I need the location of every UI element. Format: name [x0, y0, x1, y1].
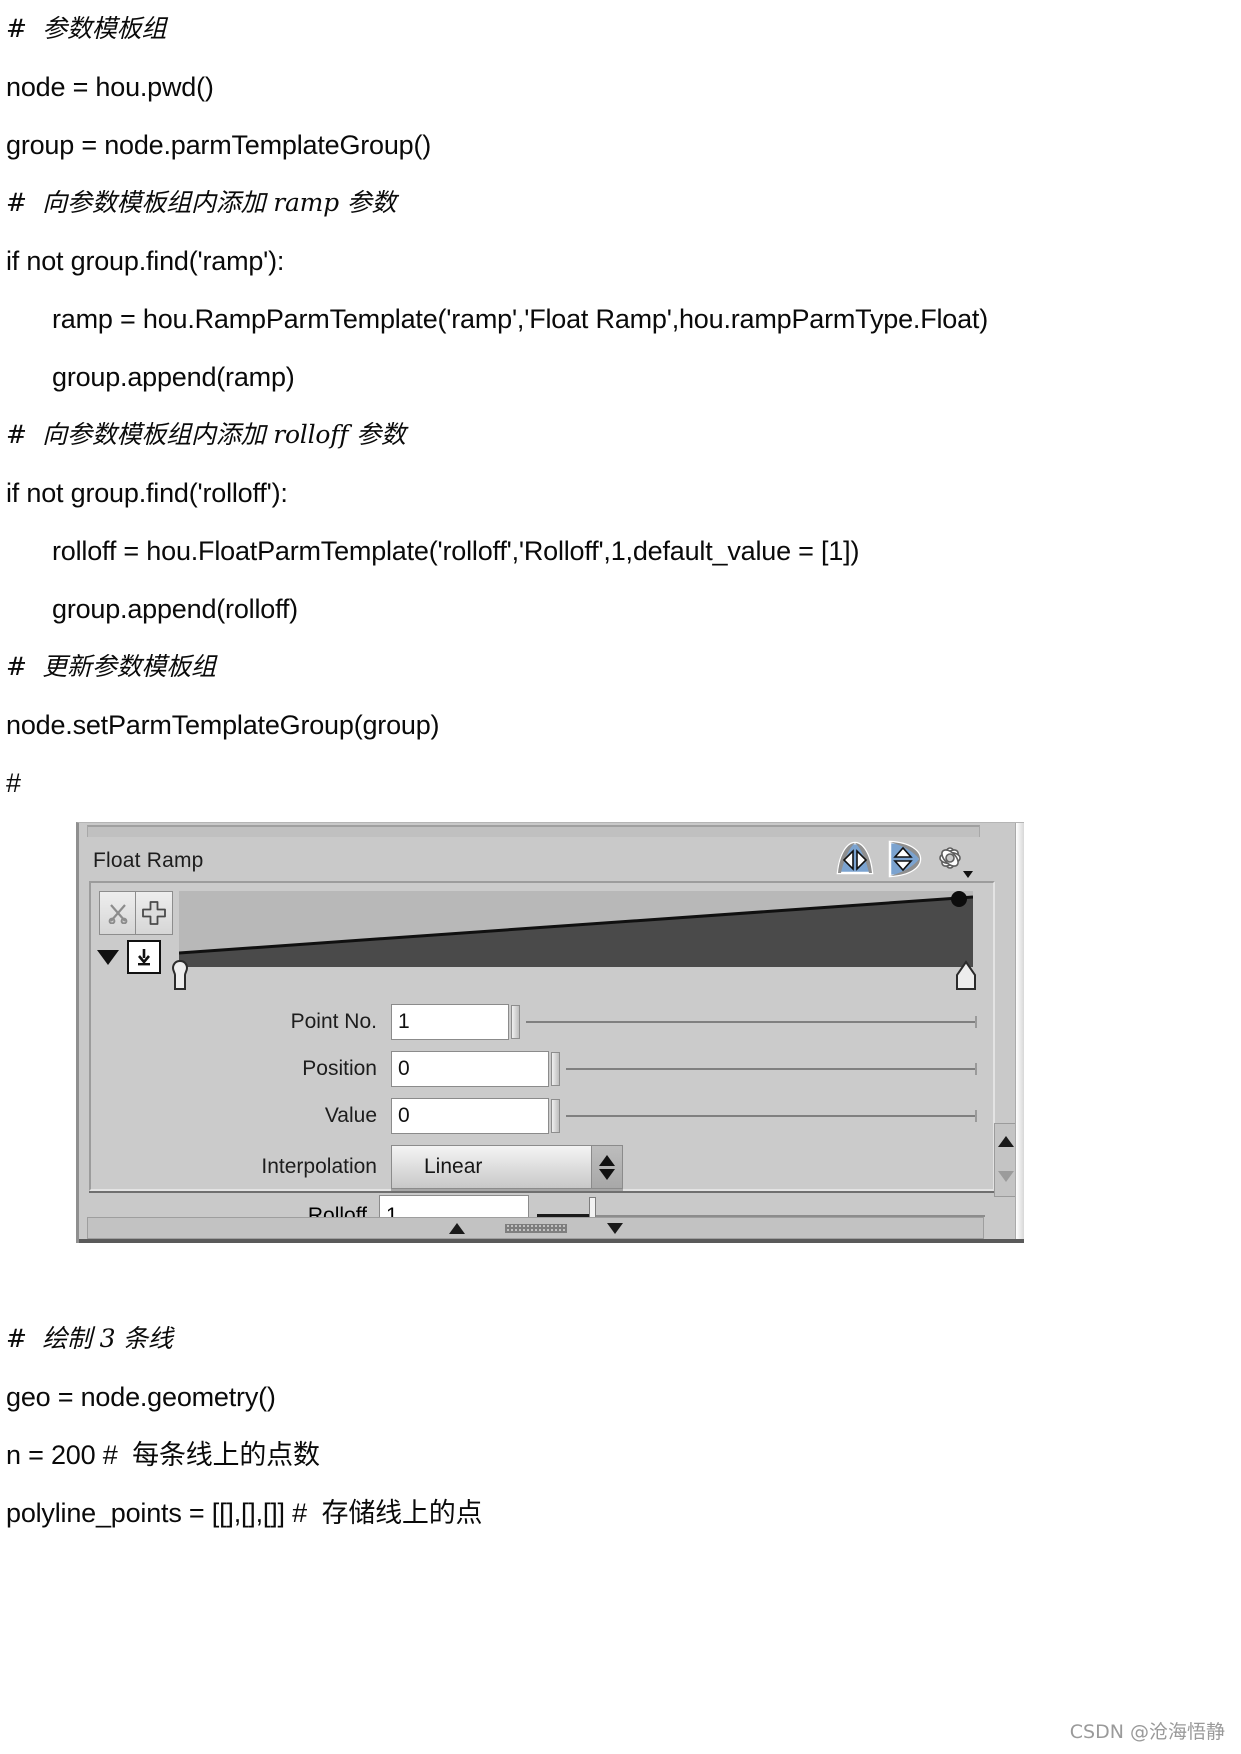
code-line: group.append(ramp)	[52, 362, 295, 392]
ramp-parameter-rows: Point No. 1 Position 0 Value 0 Interpola…	[91, 1001, 993, 1192]
ramp-editor-body: Point No. 1 Position 0 Value 0 Interpola…	[89, 881, 995, 1191]
delete-point-button[interactable]	[99, 891, 136, 935]
position-slider[interactable]	[566, 1052, 977, 1086]
panel-bottom-shadow	[79, 1239, 1024, 1243]
bottom-scroll-down-icon[interactable]	[606, 1222, 623, 1234]
code-line: node.setParmTemplateGroup(group)	[6, 710, 440, 740]
plus-icon	[142, 901, 166, 925]
code-line: # 向参数模板组内添加 ramp 参数	[6, 188, 397, 217]
scroll-up-arrow-icon[interactable]	[995, 1124, 1017, 1159]
panel-title: Float Ramp	[93, 849, 204, 872]
point-no-input[interactable]: 1	[391, 1004, 509, 1040]
param-label-value: Value	[324, 1104, 377, 1127]
gear-menu-icon[interactable]	[930, 839, 973, 879]
code-line: group = node.parmTemplateGroup()	[6, 130, 432, 160]
code-line: polyline_points = [[],[],[]] # 存储线上的点	[6, 1498, 483, 1528]
position-input[interactable]: 0	[391, 1051, 549, 1087]
code-line: n = 200 # 每条线上的点数	[6, 1440, 320, 1470]
download-arrow-icon	[138, 949, 150, 966]
panel-bottom-strip	[87, 1217, 984, 1239]
code-line: if not group.find('rolloff'):	[6, 478, 288, 508]
param-row-position: Position 0	[91, 1048, 993, 1090]
ramp-handle-point-2[interactable]	[953, 959, 977, 990]
code-block-bottom: # 绘制 3 条线 geo = node.geometry() n = 200 # …	[0, 1310, 1241, 1542]
ramp-point-tools	[99, 891, 173, 935]
interpolation-value: Linear	[424, 1155, 483, 1178]
value-slider[interactable]	[566, 1099, 977, 1133]
add-point-button[interactable]	[136, 891, 173, 935]
code-line: # 向参数模板组内添加 rolloff 参数	[6, 420, 406, 449]
point-no-grip[interactable]	[511, 1005, 520, 1039]
param-label-interpolation: Interpolation	[261, 1155, 377, 1178]
ramp-view-tools	[97, 940, 161, 974]
flip-vertical-icon[interactable]	[882, 839, 924, 879]
code-line: # 绘制 3 条线	[6, 1324, 173, 1353]
param-row-point-no: Point No. 1	[91, 1001, 993, 1043]
code-block-top: # 参数模板组 node = hou.pwd() group = node.parm…	[0, 0, 1241, 812]
ramp-handle-point-1[interactable]	[167, 959, 191, 990]
code-line: # 参数模板组	[6, 14, 167, 43]
ramp-handles-row	[171, 959, 976, 997]
param-label-position: Position	[302, 1057, 377, 1080]
code-line: if not group.find('ramp'):	[6, 246, 285, 276]
param-row-interpolation: Interpolation Linear	[91, 1142, 993, 1192]
code-line: ramp = hou.RampParmTemplate('ramp','Floa…	[52, 304, 989, 334]
float-ramp-panel: Float Ramp Point No. 1 Position 0 Value …	[76, 822, 1024, 1243]
ramp-curve-graph[interactable]	[179, 891, 973, 967]
panel-top-strip	[87, 825, 1017, 837]
chevron-up-icon	[599, 1154, 615, 1166]
code-line: # 更新参数模板组	[6, 652, 216, 681]
insert-key-button[interactable]	[127, 940, 161, 974]
watermark: CSDN @沧海悟静	[1069, 1721, 1225, 1743]
code-line: node = hou.pwd()	[6, 72, 214, 102]
flip-horizontal-icon[interactable]	[834, 839, 876, 879]
code-line: rolloff = hou.FloatParmTemplate('rolloff…	[52, 536, 860, 566]
resize-grip-icon[interactable]	[504, 1223, 567, 1233]
code-line: #	[6, 768, 21, 798]
code-line: geo = node.geometry()	[6, 1382, 276, 1412]
interpolation-spinner[interactable]	[591, 1146, 622, 1188]
value-input[interactable]: 0	[391, 1098, 549, 1134]
code-line: group.append(rolloff)	[52, 594, 298, 624]
value-grip[interactable]	[551, 1099, 560, 1133]
collapse-triangle-icon[interactable]	[97, 949, 119, 965]
point-no-slider[interactable]	[526, 1005, 977, 1039]
scroll-down-arrow-icon[interactable]	[995, 1159, 1017, 1194]
ramp-point-handle-right-dot[interactable]	[951, 891, 967, 907]
scissors-icon	[108, 904, 127, 924]
param-row-value: Value 0	[91, 1095, 993, 1137]
bottom-scroll-up-icon[interactable]	[448, 1222, 465, 1234]
panel-header-icons	[834, 839, 973, 879]
interpolation-select[interactable]: Linear	[391, 1145, 623, 1189]
param-label-point-no: Point No.	[290, 1010, 377, 1033]
panel-right-edge	[1015, 823, 1024, 1243]
position-grip[interactable]	[551, 1052, 560, 1086]
chevron-down-icon	[599, 1168, 615, 1180]
